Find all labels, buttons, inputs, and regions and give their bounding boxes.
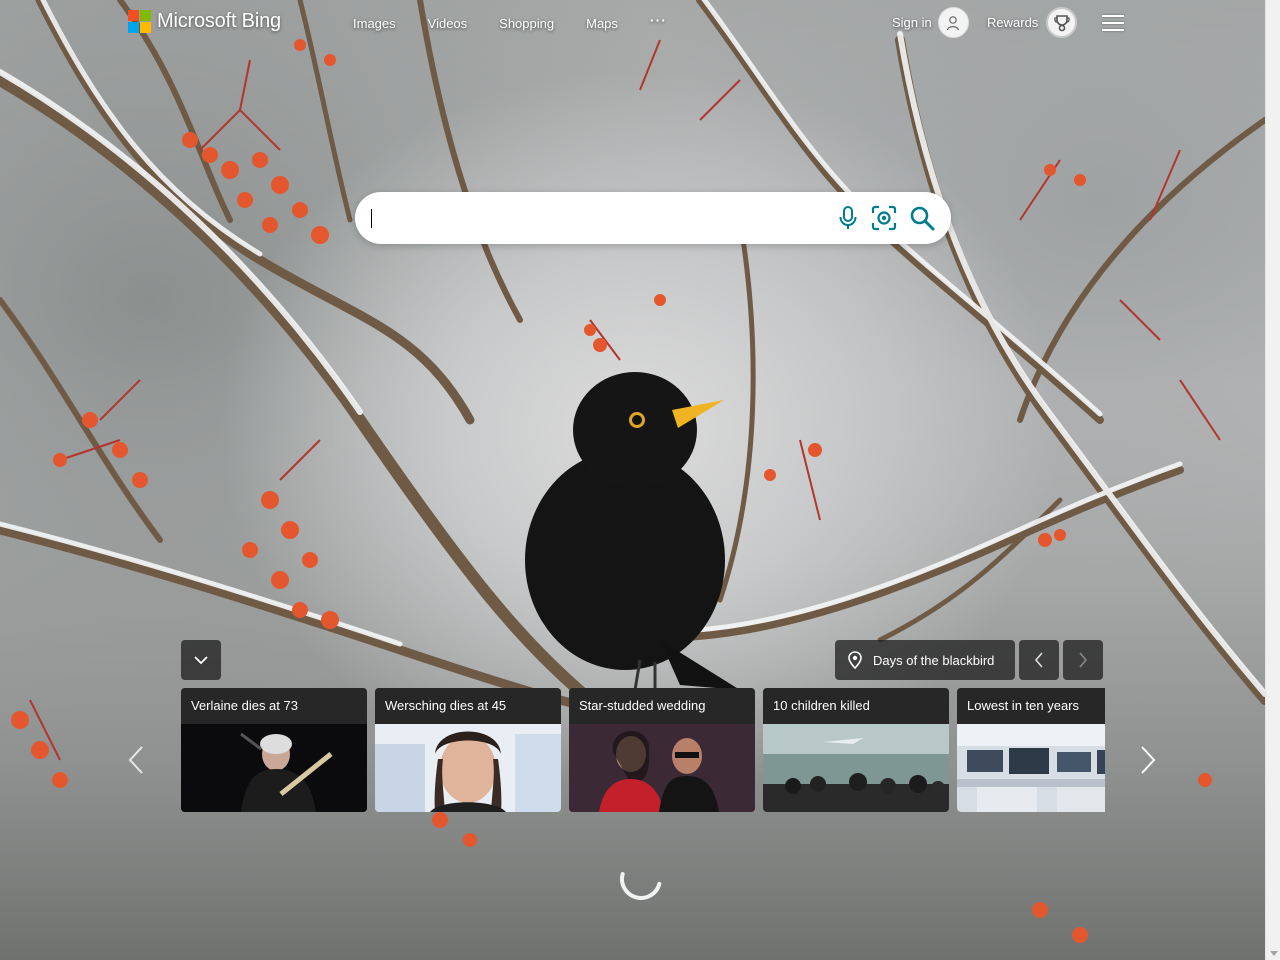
scroll-down-arrow[interactable] [1270,951,1278,956]
rewards-label: Rewards [987,15,1039,30]
nav-videos[interactable]: Videos [428,16,468,31]
news-card-headline: 10 children killed [763,688,949,724]
news-carousel-prev-button[interactable] [126,745,146,775]
sign-in-label: Sign in [892,15,932,30]
rewards-trophy-icon [1054,14,1070,31]
menu-hamburger-icon[interactable] [1102,15,1124,31]
background-image [0,0,1265,960]
news-card-headline: Lowest in ten years [957,688,1105,724]
search-icon[interactable] [909,205,935,231]
news-card[interactable]: Wersching dies at 45 [375,688,561,812]
image-of-day-info-button[interactable]: Days of the blackbird [835,640,1015,680]
sign-in-button[interactable]: Sign in [892,7,969,38]
location-pin-icon [848,651,862,669]
chevron-right-icon [1079,652,1088,668]
news-card-image [763,724,949,812]
top-header: Microsoft Bing Images Videos Shopping Ma… [0,0,1265,46]
page-scrollbar[interactable] [1265,0,1280,960]
nav-images[interactable]: Images [353,16,396,31]
news-card-image [375,724,561,812]
bing-logo[interactable]: Microsoft Bing [128,10,281,33]
nav-maps[interactable]: Maps [586,16,618,31]
microsoft-logo-icon [128,10,151,33]
news-card-headline: Star-studded wedding [569,688,755,724]
loading-spinner-icon [620,872,662,900]
news-card[interactable]: Verlaine dies at 73 [181,688,367,812]
image-of-day-title: Days of the blackbird [873,652,995,668]
collapse-feed-button[interactable] [181,640,221,680]
news-card[interactable]: Lowest in ten years [957,688,1105,812]
chevron-right-icon [1141,746,1156,774]
rewards-button[interactable]: Rewards [987,7,1078,38]
chevron-down-icon [194,656,208,665]
search-box [355,192,951,244]
news-card[interactable]: 10 children killed [763,688,949,812]
chevron-left-icon [128,746,143,774]
news-card[interactable]: Star-studded wedding [569,688,755,812]
news-carousel-next-button[interactable] [1138,745,1158,775]
news-card-image [957,724,1105,812]
background-branches [0,0,1265,943]
previous-image-button[interactable] [1019,640,1059,680]
nav-shopping[interactable]: Shopping [499,16,554,31]
text-cursor [371,209,372,228]
top-nav: Images Videos Shopping Maps ··· [353,12,667,31]
search-input[interactable] [371,204,821,232]
news-card-headline: Wersching dies at 45 [375,688,561,724]
next-image-button[interactable] [1063,640,1103,680]
visual-search-icon[interactable] [871,205,897,231]
rewards-badge [1046,7,1078,38]
brand-name: Microsoft Bing [157,10,281,32]
news-card-image [569,724,755,812]
news-carousel: Verlaine dies at 73 Wersching dies at 45… [181,688,1105,812]
chevron-left-icon [1034,652,1043,668]
microphone-icon[interactable] [835,205,861,231]
news-card-image [181,724,367,812]
avatar [937,7,969,38]
news-card-headline: Verlaine dies at 73 [181,688,367,724]
user-icon [947,15,960,30]
nav-more-button[interactable]: ··· [650,12,667,31]
